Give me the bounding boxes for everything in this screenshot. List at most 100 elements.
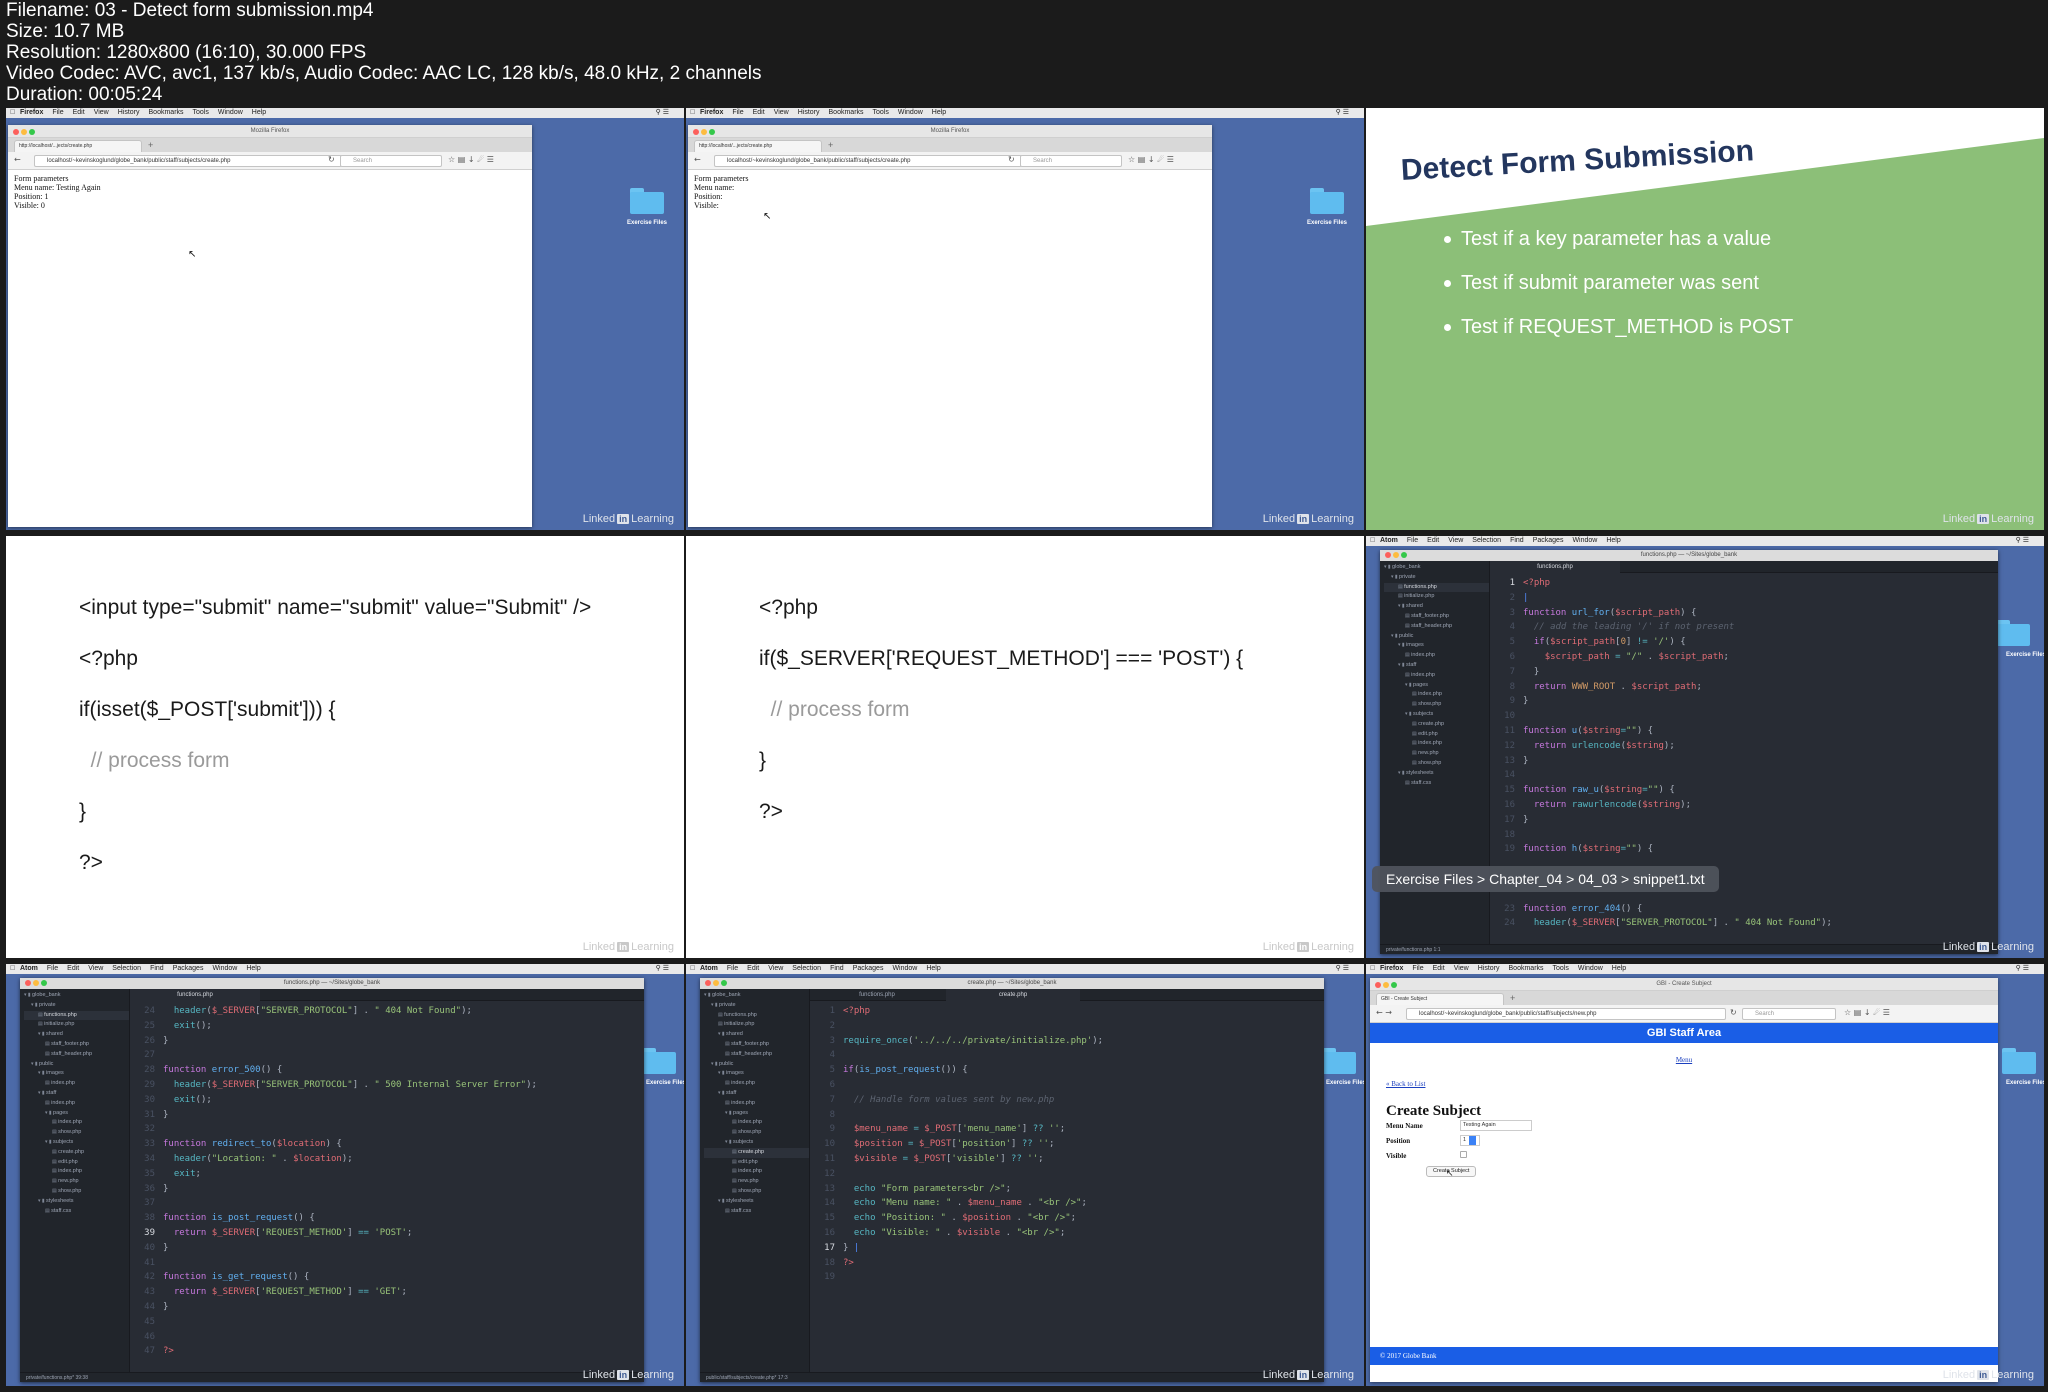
menu-firefox[interactable]: Firefox bbox=[20, 109, 43, 116]
tree-item[interactable]: stylesheets bbox=[1384, 769, 1489, 779]
menu-name-input[interactable]: Testing Again bbox=[1460, 1120, 1532, 1131]
menu-atom[interactable]: Atom bbox=[700, 965, 718, 972]
tree-item[interactable]: staff_header.php bbox=[704, 1050, 809, 1060]
visible-checkbox[interactable] bbox=[1460, 1151, 1467, 1158]
tree-item[interactable]: edit.php bbox=[704, 1158, 809, 1168]
tree-item[interactable]: staff.css bbox=[24, 1207, 129, 1217]
menu-selection[interactable]: Selection bbox=[1472, 537, 1501, 544]
back-icon[interactable]: ← bbox=[14, 155, 21, 164]
reload-icon[interactable]: ↻ bbox=[1730, 1008, 1737, 1017]
apple-icon[interactable]:  bbox=[690, 108, 695, 118]
spotlight-icon[interactable]: ⚲ ☰ bbox=[2016, 964, 2029, 974]
tree-item[interactable]: initialize.php bbox=[704, 1020, 809, 1030]
search-input[interactable]: Search bbox=[1020, 155, 1122, 167]
toolbar-icons[interactable]: ☆ ▤ ↓ ☄ ☰ bbox=[1128, 155, 1174, 164]
url-bar[interactable]: localhost/~kevinskoglund/globe_bank/publ… bbox=[1406, 1008, 1726, 1020]
menu-packages[interactable]: Packages bbox=[853, 965, 884, 972]
menu-window[interactable]: Window bbox=[892, 965, 917, 972]
window-controls[interactable] bbox=[1385, 552, 1409, 559]
apple-icon[interactable]:  bbox=[1370, 536, 1375, 546]
tree-item[interactable]: staff bbox=[24, 1089, 129, 1099]
menu-history[interactable]: History bbox=[798, 109, 820, 116]
browser-tab[interactable]: GBI - Create Subject bbox=[1376, 993, 1504, 1005]
tree-item[interactable]: staff_header.php bbox=[1384, 622, 1489, 632]
tree-item[interactable]: subjects bbox=[24, 1138, 129, 1148]
tab-functions-php[interactable]: functions.php bbox=[130, 989, 260, 1001]
menu-view[interactable]: View bbox=[94, 109, 109, 116]
menu-tools[interactable]: Tools bbox=[1553, 965, 1569, 972]
menu-view[interactable]: View bbox=[1454, 965, 1469, 972]
menu-find[interactable]: Find bbox=[150, 965, 164, 972]
apple-icon[interactable]:  bbox=[10, 964, 15, 974]
tree-item[interactable]: new.php bbox=[704, 1177, 809, 1187]
toolbar-icons[interactable]: ☆ ▤ ↓ ☄ ☰ bbox=[448, 155, 494, 164]
tree-item[interactable]: shared bbox=[704, 1030, 809, 1040]
menu-firefox[interactable]: Firefox bbox=[1380, 965, 1403, 972]
tab-functions-php[interactable]: functions.php bbox=[1490, 561, 1620, 573]
tree-item[interactable]: show.php bbox=[1384, 759, 1489, 769]
tree-item[interactable]: index.php bbox=[24, 1079, 129, 1089]
menu-selection[interactable]: Selection bbox=[792, 965, 821, 972]
tree-item[interactable]: shared bbox=[24, 1030, 129, 1040]
apple-icon[interactable]:  bbox=[1370, 964, 1375, 974]
menu-view[interactable]: View bbox=[1448, 537, 1463, 544]
tree-item[interactable]: staff.css bbox=[1384, 779, 1489, 789]
tree-item[interactable]: edit.php bbox=[1384, 730, 1489, 740]
menu-window[interactable]: Window bbox=[212, 965, 237, 972]
folder-icon[interactable] bbox=[1310, 188, 1344, 214]
tree-item[interactable]: staff_footer.php bbox=[704, 1040, 809, 1050]
menu-atom[interactable]: Atom bbox=[20, 965, 38, 972]
menu-file[interactable]: File bbox=[727, 965, 738, 972]
apple-icon[interactable]:  bbox=[10, 108, 15, 118]
tree-item[interactable]: show.php bbox=[1384, 700, 1489, 710]
tree-item[interactable]: show.php bbox=[24, 1128, 129, 1138]
tree-item[interactable]: public bbox=[24, 1060, 129, 1070]
menu-help[interactable]: Help bbox=[926, 965, 940, 972]
menu-file[interactable]: File bbox=[47, 965, 58, 972]
menu-file[interactable]: File bbox=[52, 109, 63, 116]
menu-tools[interactable]: Tools bbox=[193, 109, 209, 116]
menu-file[interactable]: File bbox=[1407, 537, 1418, 544]
menu-help[interactable]: Help bbox=[252, 109, 266, 116]
tree-item[interactable]: subjects bbox=[704, 1138, 809, 1148]
tree-item[interactable]: initialize.php bbox=[1384, 592, 1489, 602]
menu-edit[interactable]: Edit bbox=[73, 109, 85, 116]
menu-edit[interactable]: Edit bbox=[1433, 965, 1445, 972]
file-tree[interactable]: globe_bankprivatefunctions.phpinitialize… bbox=[700, 989, 810, 1372]
tree-item[interactable]: globe_bank bbox=[24, 991, 129, 1001]
spotlight-icon[interactable]: ⚲ ☰ bbox=[656, 964, 669, 974]
tree-item[interactable]: public bbox=[704, 1060, 809, 1070]
back-icon[interactable]: ← bbox=[694, 155, 701, 164]
menu-window[interactable]: Window bbox=[1578, 965, 1603, 972]
menu-atom[interactable]: Atom bbox=[1380, 537, 1398, 544]
tree-item[interactable]: pages bbox=[1384, 681, 1489, 691]
folder-icon[interactable] bbox=[642, 1048, 676, 1074]
menu-view[interactable]: View bbox=[768, 965, 783, 972]
tree-item[interactable]: pages bbox=[704, 1109, 809, 1119]
spotlight-icon[interactable]: ⚲ ☰ bbox=[656, 108, 669, 118]
reload-icon[interactable]: ↻ bbox=[1008, 155, 1015, 164]
window-controls[interactable] bbox=[13, 128, 37, 135]
tree-item[interactable]: public bbox=[1384, 632, 1489, 642]
tree-item[interactable]: initialize.php bbox=[24, 1020, 129, 1030]
browser-tab[interactable]: http://localhost/...jects/create.php bbox=[694, 140, 822, 152]
tree-item[interactable]: private bbox=[24, 1001, 129, 1011]
tree-item[interactable]: globe_bank bbox=[704, 991, 809, 1001]
menu-window[interactable]: Window bbox=[218, 109, 243, 116]
tree-item[interactable]: index.php bbox=[704, 1079, 809, 1089]
tree-item[interactable]: index.php bbox=[704, 1118, 809, 1128]
menu-help[interactable]: Help bbox=[1606, 537, 1620, 544]
folder-icon[interactable] bbox=[2002, 1048, 2036, 1074]
tree-item[interactable]: staff_footer.php bbox=[24, 1040, 129, 1050]
spotlight-icon[interactable]: ⚲ ☰ bbox=[1336, 108, 1349, 118]
tree-item[interactable]: index.php bbox=[24, 1099, 129, 1109]
tree-item[interactable]: staff_footer.php bbox=[1384, 612, 1489, 622]
menu-bookmarks[interactable]: Bookmarks bbox=[149, 109, 184, 116]
menu-link[interactable]: Menu bbox=[1676, 1056, 1692, 1064]
menu-view[interactable]: View bbox=[774, 109, 789, 116]
window-controls[interactable] bbox=[705, 980, 729, 987]
tree-item[interactable]: images bbox=[24, 1069, 129, 1079]
tree-item[interactable]: images bbox=[704, 1069, 809, 1079]
menu-bookmarks[interactable]: Bookmarks bbox=[1509, 965, 1544, 972]
tree-item[interactable]: new.php bbox=[24, 1177, 129, 1187]
